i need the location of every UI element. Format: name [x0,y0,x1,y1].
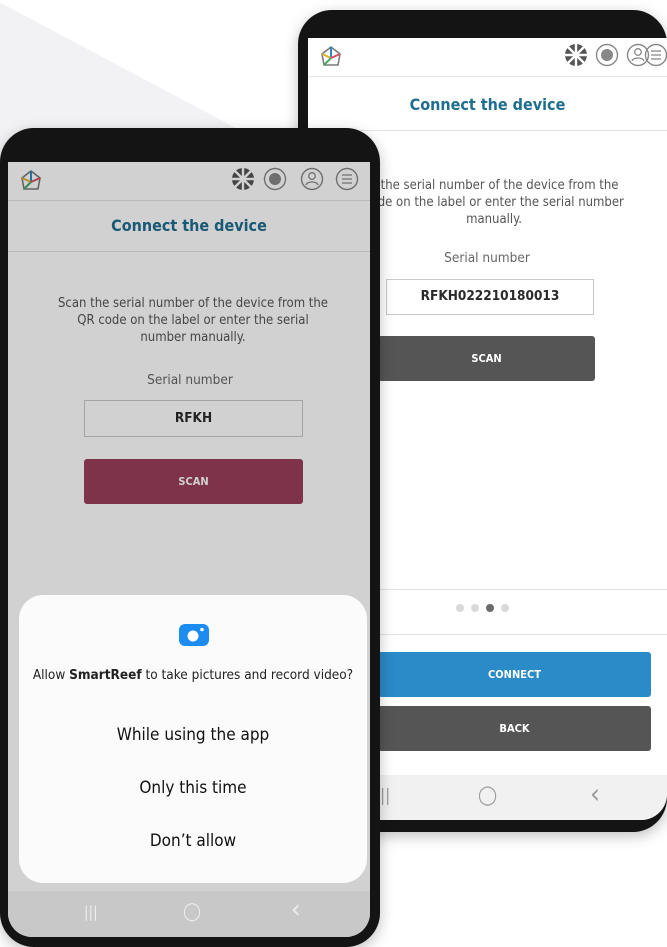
menu-icon[interactable] [644,43,667,67]
home-button[interactable]: ◯ [183,901,201,922]
app-logo[interactable] [318,44,344,70]
page-title: Connect the device [409,95,566,114]
page-dot [501,604,509,612]
page-dot [471,604,479,612]
scan-button[interactable]: SCAN [378,336,595,381]
front-phone: Connect the device Scan the serial numbe… [0,128,380,947]
app-header [308,38,667,77]
page-dot-active [486,604,494,612]
title-divider [308,130,667,131]
camera-icon [179,624,209,646]
message-prefix: Allow [32,667,70,683]
page-indicator [456,604,509,612]
dont-allow-option[interactable]: Don’t allow [19,831,367,851]
back-nav-button[interactable]: ‹ [590,777,600,810]
language-flag-icon[interactable] [564,43,588,67]
back-button[interactable]: BACK [378,706,651,751]
serial-number-label: Serial number [444,250,530,266]
front-phone-screen: Connect the device Scan the serial numbe… [8,162,370,937]
app-name: SmartReef [69,667,142,683]
system-nav-bar: ||| ◯ ‹ [8,891,370,937]
connect-button[interactable]: CONNECT [378,652,651,697]
home-button[interactable]: ◯ [478,784,497,806]
message-suffix: to take pictures and record video? [141,667,354,683]
while-using-app-option[interactable]: While using the app [19,725,367,745]
instruction-text: n the serial number of the device from t… [364,178,624,227]
serial-number-input[interactable]: RFKH022210180013 [386,279,594,315]
only-this-time-option[interactable]: Only this time [19,778,367,798]
recent-apps-button[interactable]: || [380,786,390,806]
page-dot [456,604,464,612]
back-nav-button[interactable]: ‹ [291,894,301,925]
permission-message: Allow SmartReef to take pictures and rec… [29,667,357,684]
globe-icon[interactable] [595,43,619,67]
permission-dialog: Allow SmartReef to take pictures and rec… [19,595,367,883]
recent-apps-button[interactable]: ||| [84,903,98,921]
